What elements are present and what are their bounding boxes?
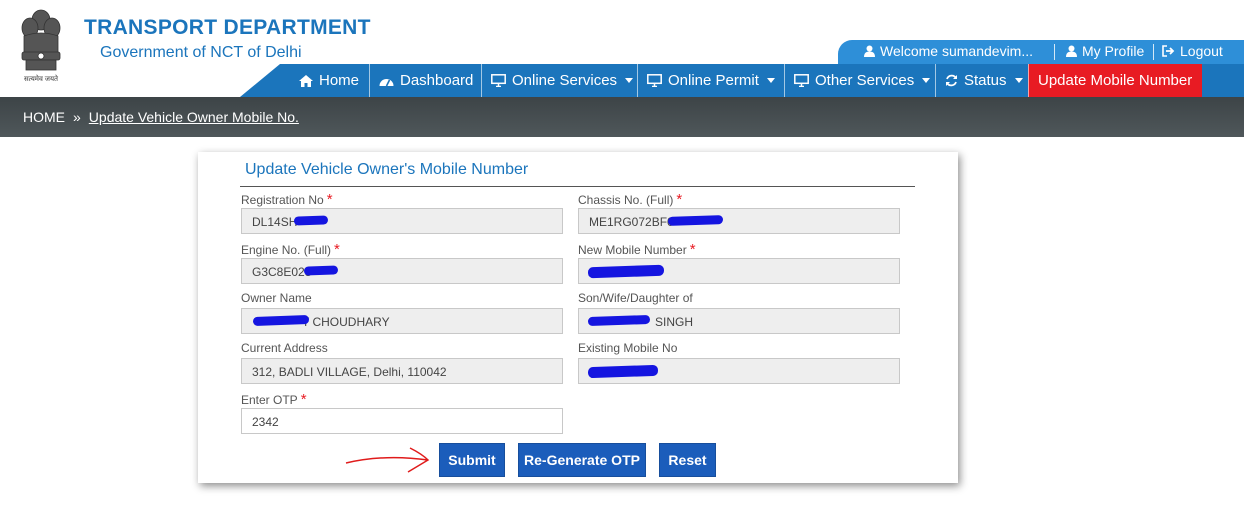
reset-button[interactable]: Reset	[659, 443, 716, 477]
emblem-caption: सत्यमेव जयते	[23, 76, 59, 83]
regenerate-otp-button[interactable]: Re-Generate OTP	[518, 443, 646, 477]
relation-name-label: Son/Wife/Daughter of	[578, 291, 693, 305]
chevron-down-icon	[625, 78, 634, 83]
engine-no-label: Engine No. (Full) *	[241, 241, 340, 258]
breadcrumb-separator: »	[73, 109, 81, 125]
refresh-icon	[946, 74, 957, 87]
userbar-divider	[1054, 44, 1055, 60]
site-header: सत्यमेव जयते TRANSPORT DEPARTMENT Govern…	[0, 0, 1244, 97]
monitor-icon	[794, 74, 809, 87]
nav-status-label: Status	[964, 72, 1007, 89]
chevron-down-icon	[766, 78, 775, 83]
chassis-no-value: ME1RG072BF0	[589, 215, 674, 229]
user-icon	[1066, 45, 1077, 57]
my-profile-label: My Profile	[1082, 43, 1145, 59]
required-asterisk: *	[300, 391, 307, 408]
logout-link[interactable]: Logout	[1162, 43, 1223, 59]
redaction-mark	[667, 215, 724, 226]
otp-label-text: Enter OTP	[241, 393, 298, 407]
redaction-mark	[303, 265, 339, 276]
form-title-divider	[240, 186, 915, 187]
logout-label: Logout	[1180, 43, 1223, 59]
nav-other-services[interactable]: Other Services	[784, 64, 939, 97]
form-title: Update Vehicle Owner's Mobile Number	[245, 161, 529, 178]
breadcrumb-home-link[interactable]: HOME	[23, 109, 65, 125]
nav-update-mobile-label: Update Mobile Number	[1038, 72, 1193, 89]
monitor-icon	[647, 74, 662, 87]
chassis-no-label: Chassis No. (Full) *	[578, 191, 682, 208]
nav-home-label: Home	[319, 72, 360, 89]
relation-name-value: SINGH	[655, 315, 694, 329]
nav-dashboard-label: Dashboard	[400, 72, 474, 89]
current-address-field[interactable]: 312, BADLI VILLAGE, Delhi, 110042	[241, 358, 563, 384]
registration-no-label: Registration No *	[241, 191, 333, 208]
required-asterisk: *	[676, 191, 683, 208]
engine-no-label-text: Engine No. (Full)	[241, 243, 332, 257]
nav-online-services-label: Online Services	[512, 72, 618, 89]
otp-input[interactable]: 2342	[241, 408, 563, 434]
breadcrumb: HOME » Update Vehicle Owner Mobile No.	[23, 109, 299, 125]
nav-online-permit-label: Online Permit	[668, 72, 759, 89]
chevron-down-icon	[922, 78, 931, 83]
user-bar: Welcome sumandevim... My Profile Logout	[838, 40, 1244, 64]
current-address-label: Current Address	[241, 341, 328, 355]
nav-online-services[interactable]: Online Services	[481, 64, 642, 97]
current-address-value: 312, BADLI VILLAGE, Delhi, 110042	[252, 365, 447, 379]
registration-no-value: DL14SH	[252, 215, 298, 229]
otp-label: Enter OTP *	[241, 391, 307, 408]
nav-status[interactable]: Status	[935, 64, 1032, 97]
monitor-icon	[491, 74, 506, 87]
nav-other-services-label: Other Services	[815, 72, 915, 89]
department-subtitle: Government of NCT of Delhi	[100, 44, 302, 61]
required-asterisk: *	[334, 241, 340, 258]
existing-mobile-label: Existing Mobile No	[578, 341, 678, 355]
chevron-down-icon	[1014, 78, 1023, 83]
national-emblem-icon	[21, 9, 61, 71]
owner-name-label: Owner Name	[241, 291, 312, 305]
registration-no-label-text: Registration No	[241, 193, 324, 207]
chassis-no-field[interactable]: ME1RG072BF0	[578, 208, 900, 234]
new-mobile-label-text: New Mobile Number	[578, 243, 687, 257]
home-icon	[299, 74, 313, 87]
nav-update-mobile-number[interactable]: Update Mobile Number	[1028, 64, 1202, 97]
navbar-slant-decoration	[240, 64, 280, 97]
nav-home[interactable]: Home	[290, 64, 368, 97]
required-asterisk: *	[326, 191, 333, 208]
userbar-divider	[1153, 44, 1154, 60]
engine-no-value: G3C8E023	[252, 265, 312, 279]
chassis-no-label-text: Chassis No. (Full)	[578, 193, 674, 207]
department-title: TRANSPORT DEPARTMENT	[84, 16, 371, 39]
welcome-user-link[interactable]: Welcome sumandevim...	[864, 43, 1033, 59]
nav-online-permit[interactable]: Online Permit	[637, 64, 784, 97]
otp-value: 2342	[252, 415, 279, 429]
engine-no-field[interactable]: G3C8E023	[241, 258, 563, 284]
breadcrumb-current-link[interactable]: Update Vehicle Owner Mobile No.	[89, 109, 299, 125]
my-profile-link[interactable]: My Profile	[1066, 43, 1144, 59]
redaction-mark	[293, 215, 329, 226]
logout-icon	[1162, 45, 1175, 57]
owner-name-value: T CHOUDHARY	[302, 315, 390, 329]
registration-no-field[interactable]: DL14SH	[241, 208, 563, 234]
submit-button[interactable]: Submit	[439, 443, 505, 477]
new-mobile-label: New Mobile Number *	[578, 241, 696, 258]
welcome-text: Welcome sumandevim...	[880, 43, 1034, 59]
annotation-arrow-icon	[345, 447, 430, 473]
user-icon	[864, 45, 875, 57]
page-root: सत्यमेव जयते TRANSPORT DEPARTMENT Govern…	[0, 0, 1244, 514]
nav-dashboard[interactable]: Dashboard	[369, 64, 482, 97]
required-asterisk: *	[689, 241, 696, 258]
dashboard-gauge-icon	[379, 78, 394, 86]
